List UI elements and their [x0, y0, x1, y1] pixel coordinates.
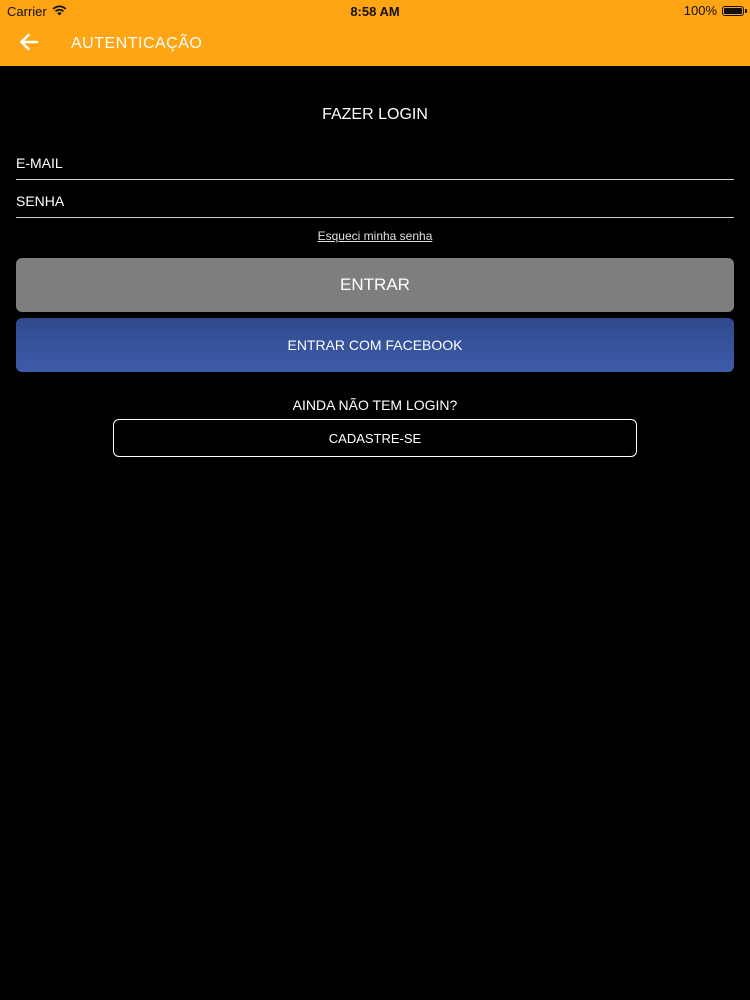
battery-label: 100%: [683, 3, 717, 18]
status-time: 8:58 AM: [350, 4, 400, 19]
login-button[interactable]: ENTRAR: [16, 258, 734, 312]
status-bar: Carrier 8:58 AM 100%: [0, 0, 750, 22]
app-header: Carrier 8:58 AM 100% AUTENTICAÇÃO: [0, 0, 750, 66]
page-title: AUTENTICAÇÃO: [71, 35, 203, 52]
password-field[interactable]: [16, 186, 734, 216]
arrow-left-icon: [19, 33, 39, 56]
login-heading: FAZER LOGIN: [322, 106, 428, 123]
register-prompt: AINDA NÃO TEM LOGIN?: [292, 397, 458, 413]
back-button[interactable]: [14, 30, 44, 58]
password-field-container: [16, 186, 734, 218]
battery-indicator: 100%: [683, 3, 747, 18]
register-button[interactable]: CADASTRE-SE: [113, 419, 637, 457]
nav-bar: AUTENTICAÇÃO: [0, 22, 750, 66]
facebook-login-button[interactable]: ENTRAR COM FACEBOOK: [16, 318, 734, 372]
login-screen: Carrier 8:58 AM 100% AUTENTICAÇÃO FAZER …: [0, 0, 750, 1000]
email-field-container: [16, 148, 734, 180]
battery-icon: [722, 5, 747, 16]
email-field[interactable]: [16, 148, 734, 178]
forgot-password-link[interactable]: Esqueci minha senha: [0, 229, 750, 243]
battery-fill: [724, 7, 742, 14]
